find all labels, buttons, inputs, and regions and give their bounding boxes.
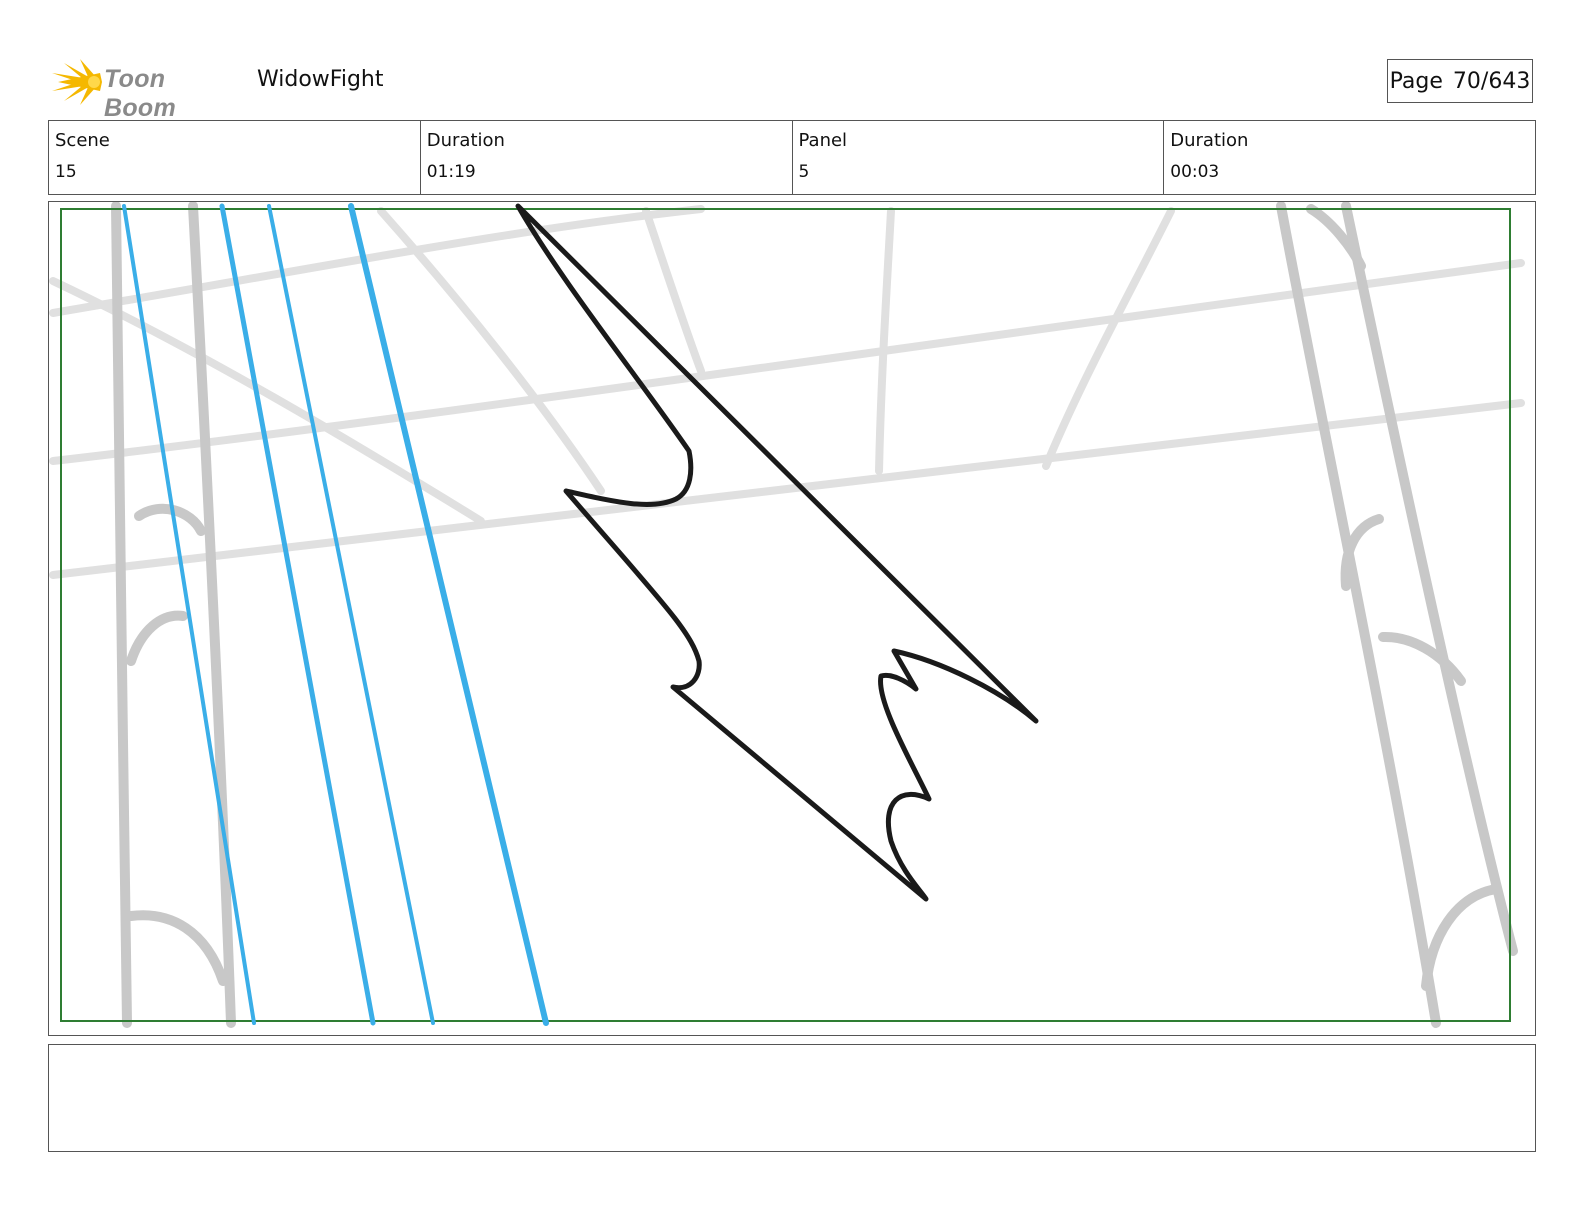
- panel-duration-value: 00:03: [1170, 162, 1220, 182]
- panel-duration-cell: Duration 00:03: [1164, 121, 1535, 194]
- panel-label: Panel: [798, 130, 848, 151]
- background-web-sketch: [49, 202, 1525, 1028]
- starburst-icon: [52, 59, 102, 105]
- storyboard-panel: [48, 201, 1536, 1036]
- project-title: WidowFight: [257, 67, 384, 92]
- panel-notes-box: [48, 1044, 1536, 1152]
- panel-value: 5: [798, 162, 810, 182]
- page-indicator: Page 70/643: [1387, 59, 1533, 103]
- scene-label: Scene: [55, 130, 110, 151]
- ink-shape: [515, 203, 1039, 902]
- panel-cell: Panel 5: [793, 121, 1165, 194]
- toon-boom-logo: Toon Boom: [50, 55, 240, 122]
- page-label: Page: [1389, 68, 1443, 94]
- scene-duration-label: Duration: [426, 130, 505, 151]
- safe-area-frame: [60, 208, 1511, 1022]
- panel-duration-label: Duration: [1170, 130, 1249, 151]
- scene-cell: Scene 15: [49, 121, 421, 194]
- panel-info-row: Scene 15 Duration 01:19 Panel 5 Duration…: [48, 120, 1536, 195]
- scene-value: 15: [55, 162, 77, 182]
- logo-text: Toon Boom: [104, 65, 177, 122]
- page-number: 70/643: [1452, 68, 1531, 94]
- scene-duration-cell: Duration 01:19: [421, 121, 793, 194]
- panel-drawing: [49, 202, 1525, 1028]
- scene-duration-value: 01:19: [426, 162, 476, 182]
